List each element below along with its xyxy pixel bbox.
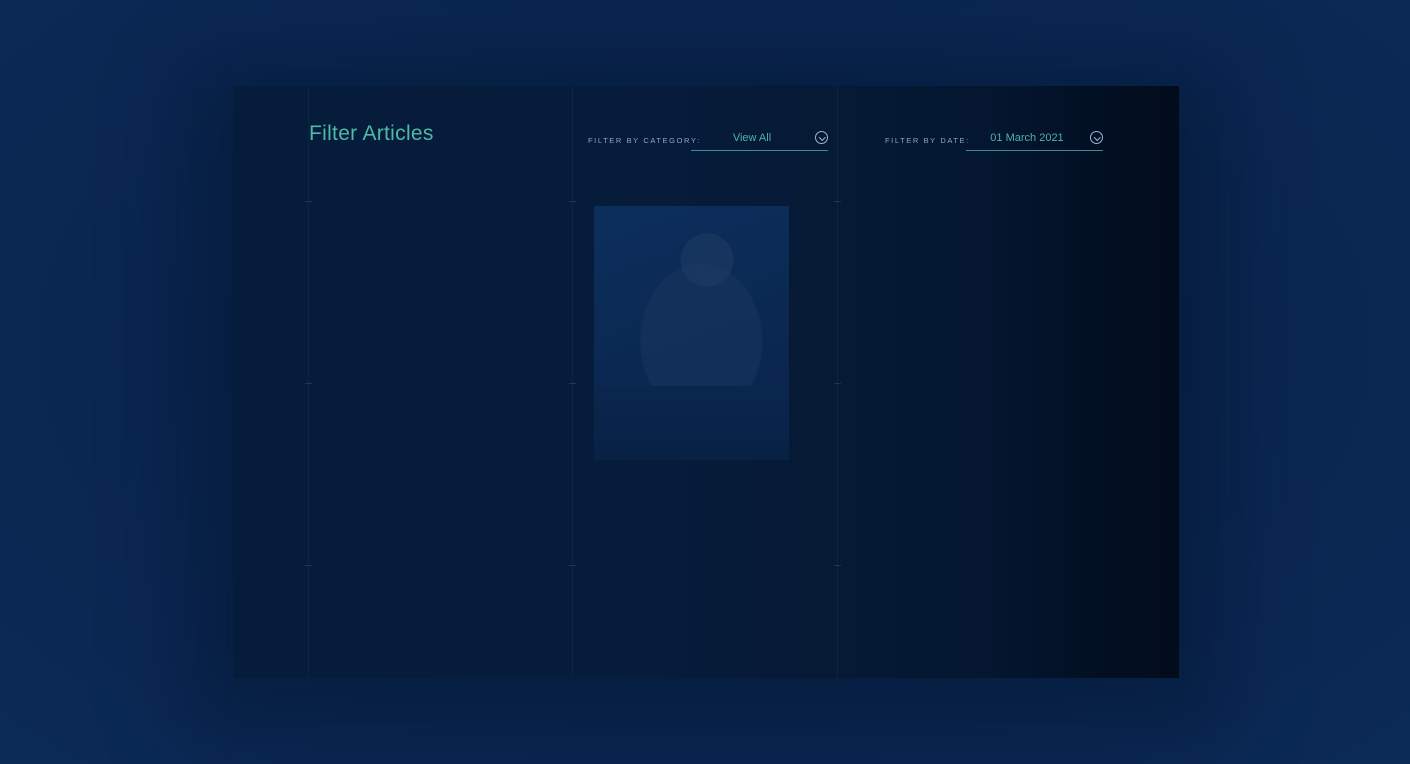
grid-tick <box>569 565 576 566</box>
grid-line <box>308 86 309 678</box>
grid-line <box>837 86 838 678</box>
article-card[interactable] <box>594 206 789 460</box>
grid-tick <box>834 383 841 384</box>
grid-tick <box>834 565 841 566</box>
category-select-value: View All <box>732 132 772 144</box>
category-filter-label: FILTER BY CATEGORY: <box>588 136 701 145</box>
chevron-down-icon <box>1090 131 1103 144</box>
date-select-value: 01 March 2021 <box>990 132 1064 144</box>
grid-tick <box>569 201 576 202</box>
filter-articles-panel: Filter Articles FILTER BY CATEGORY: View… <box>233 86 1179 678</box>
grid-tick <box>305 201 312 202</box>
grid-line <box>572 86 573 678</box>
grid-tick <box>305 565 312 566</box>
article-card-image <box>594 206 789 386</box>
grid-tick <box>834 201 841 202</box>
grid-tick <box>569 383 576 384</box>
date-filter-label: FILTER BY DATE: <box>885 136 970 145</box>
date-select[interactable]: 01 March 2021 <box>966 128 1103 151</box>
page-backdrop: Filter Articles FILTER BY CATEGORY: View… <box>0 0 1410 764</box>
grid-tick <box>305 383 312 384</box>
chevron-down-icon <box>815 131 828 144</box>
page-title: Filter Articles <box>309 122 434 145</box>
category-select[interactable]: View All <box>691 128 828 151</box>
